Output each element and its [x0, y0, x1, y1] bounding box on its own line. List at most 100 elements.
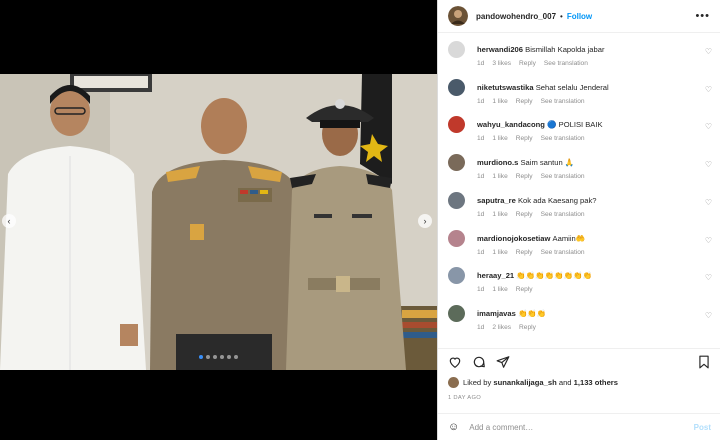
commenter-avatar[interactable] [448, 41, 465, 58]
comment-age: 1d [477, 323, 485, 331]
comment-input[interactable] [469, 422, 670, 432]
comment-like-heart-icon[interactable]: ♡ [705, 236, 712, 245]
comment-text-line: murdiono.s Saim santun 🙏 [477, 158, 574, 167]
likes-count[interactable]: 1,133 others [574, 378, 618, 387]
commenter-avatar[interactable] [448, 116, 465, 134]
comment-body: Kok ada Kaesang pak? [517, 195, 597, 205]
comment-item: wahyu_kandacong 🔵 POLISI BAIK 1d 1 like Rep… [448, 108, 718, 142]
comment-item: niketutswastika Sehat selalu Jenderal 1d 1… [448, 71, 718, 105]
likes-prefix: Liked by [463, 378, 492, 387]
comment-body: 👏👏👏👏👏👏👏👏 [516, 271, 592, 281]
carousel-dots [199, 355, 238, 359]
comment-likes[interactable]: 1 like [492, 249, 507, 256]
carousel-dot [199, 355, 203, 359]
comments-list: herwandi206 Bismillah Kapolda jabar 1d 3 l… [438, 33, 720, 348]
follow-button[interactable]: Follow [567, 12, 592, 21]
comment-like-heart-icon[interactable]: ♡ [705, 47, 712, 56]
next-photo-button[interactable]: › [418, 214, 432, 228]
commenter-username[interactable]: imamjavas [477, 309, 516, 318]
comment-likes[interactable]: 1 like [492, 211, 507, 218]
comment-meta: 1d 1 like Reply See translation [477, 135, 593, 142]
comment-age: 1d [477, 210, 485, 218]
comment-age: 1d [477, 60, 485, 67]
likes-summary: Liked by sunankalijaga_sh and 1,133 othe… [448, 377, 618, 388]
comment-reply-button[interactable]: Reply [519, 60, 536, 67]
commenter-avatar[interactable] [448, 229, 465, 247]
post-panel: pandowohendro_007 • Follow ••• herwandi2… [437, 0, 720, 440]
comment-reply-button[interactable]: Reply [516, 98, 533, 105]
comment-reply-button[interactable]: Reply [516, 135, 533, 142]
comment-likes[interactable]: 1 like [492, 98, 507, 105]
comment-like-heart-icon[interactable]: ♡ [705, 198, 712, 207]
comment-age: 1d [477, 286, 485, 294]
carousel-dot [213, 355, 217, 359]
comment-text-line: wahyu_kandacong 🔵 POLISI BAIK [477, 120, 603, 129]
media-area: ‹ › [0, 0, 437, 440]
commenter-username[interactable]: herwandi206 [477, 45, 523, 54]
comment-age: 1d [477, 248, 485, 256]
author-username[interactable]: pandowohendro_007 [476, 12, 556, 21]
carousel-dot [227, 355, 231, 359]
comment-likes[interactable]: 2 likes [492, 324, 511, 331]
liker-avatar[interactable] [448, 377, 459, 388]
post-photo[interactable] [0, 74, 437, 370]
comment-like-heart-icon[interactable]: ♡ [705, 85, 712, 94]
comment-age: 1d [477, 173, 485, 181]
post-comment-button[interactable]: Post [694, 423, 711, 432]
comment-like-heart-icon[interactable]: ♡ [705, 160, 712, 169]
commenter-username[interactable]: mardionojokosetiaw [477, 234, 550, 243]
author-avatar[interactable] [448, 6, 468, 26]
liker-username[interactable]: sunankalijaga_sh [493, 378, 556, 387]
see-translation-link[interactable]: See translation [544, 60, 588, 67]
comment-likes[interactable]: 1 like [492, 135, 507, 142]
comment-likes[interactable]: 1 like [492, 286, 507, 293]
comment-reply-button[interactable]: Reply [516, 211, 533, 218]
see-translation-link[interactable]: See translation [541, 173, 585, 180]
comment-item: imamjavas 👏👏👏 1d 2 likes Reply ♡ [448, 297, 718, 331]
see-translation-link[interactable]: See translation [541, 211, 585, 218]
comment-text-line: imamjavas 👏👏👏 [477, 309, 546, 318]
post-header: pandowohendro_007 • Follow ••• [438, 0, 720, 33]
commenter-username[interactable]: murdiono.s [477, 158, 518, 167]
commenter-avatar[interactable] [448, 154, 465, 172]
more-options-icon[interactable]: ••• [695, 10, 710, 22]
commenter-username[interactable]: saputra_re [477, 196, 516, 205]
commenter-avatar[interactable] [448, 78, 465, 96]
prev-photo-button[interactable]: ‹ [2, 214, 16, 228]
likes-middle: and [558, 378, 572, 387]
see-translation-link[interactable]: See translation [541, 135, 585, 142]
commenter-username[interactable]: heraay_21 [477, 271, 514, 280]
carousel-dot [220, 355, 224, 359]
see-translation-link[interactable]: See translation [541, 98, 585, 105]
chevron-left-icon: ‹ [7, 216, 11, 226]
commenter-avatar[interactable] [448, 191, 465, 209]
save-bookmark-icon[interactable] [697, 355, 711, 369]
post-photo-illustration [0, 74, 437, 370]
comment-reply-button[interactable]: Reply [519, 324, 536, 331]
comment-like-heart-icon[interactable]: ♡ [705, 311, 712, 320]
comment-age: 1d [477, 97, 485, 105]
commenter-username[interactable]: wahyu_kandacong [477, 120, 545, 129]
commenter-username[interactable]: niketutswastika [477, 83, 534, 92]
comment-like-heart-icon[interactable]: ♡ [705, 122, 712, 131]
commenter-avatar[interactable] [448, 304, 465, 322]
share-send-icon[interactable] [496, 355, 510, 369]
see-translation-link[interactable]: See translation [541, 249, 585, 256]
comment-text-line: heraay_21 👏👏👏👏👏👏👏👏 [477, 271, 592, 280]
comment-meta: 1d 1 like Reply See translation [477, 98, 593, 105]
comment-text-line: niketutswastika Sehat selalu Jenderal [477, 83, 609, 92]
comment-text-line: mardionojokosetiaw Aamiin🤲 [477, 234, 585, 243]
comment-reply-button[interactable]: Reply [516, 173, 533, 180]
comment-body: Sehat selalu Jenderal [535, 82, 609, 92]
comment-reply-button[interactable]: Reply [516, 249, 533, 256]
comment-bubble-icon[interactable] [472, 355, 486, 369]
emoji-picker-icon[interactable]: ☺ [448, 421, 459, 433]
comment-likes[interactable]: 3 likes [492, 60, 511, 67]
carousel-dot [206, 355, 210, 359]
comment-reply-button[interactable]: Reply [516, 286, 533, 293]
commenter-avatar[interactable] [448, 267, 465, 285]
comment-like-heart-icon[interactable]: ♡ [705, 273, 712, 282]
like-heart-icon[interactable] [448, 355, 462, 369]
comment-meta: 1d 1 like Reply [477, 286, 541, 293]
comment-likes[interactable]: 1 like [492, 173, 507, 180]
